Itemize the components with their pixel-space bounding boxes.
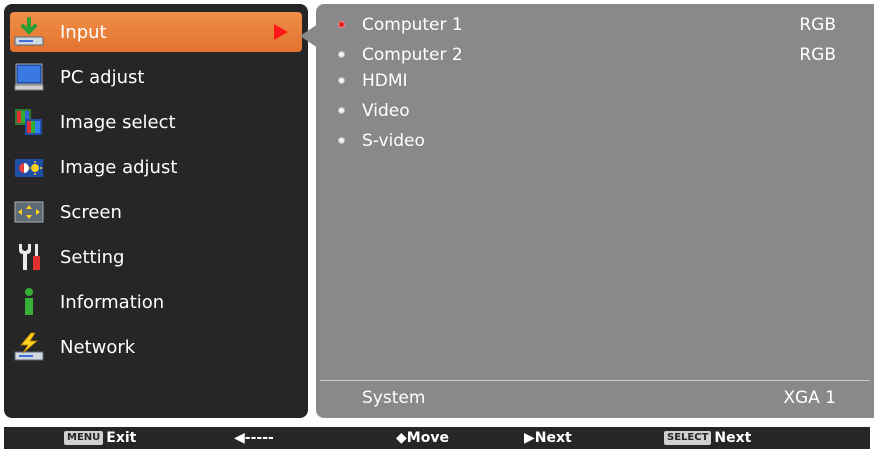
menu-item-network[interactable]: Network	[10, 327, 302, 367]
menu-item-label: PC adjust	[60, 66, 145, 88]
system-label: System	[362, 388, 426, 408]
divider	[320, 380, 870, 381]
exit-label: Exit	[106, 430, 137, 446]
main-menu-panel: Input PC adjust Image select Image adjus…	[4, 4, 308, 418]
selection-arrow-icon	[274, 24, 288, 40]
select-next-label: Next	[714, 430, 752, 446]
input-option-label: Computer 2	[362, 45, 463, 65]
input-option-computer-2[interactable]: Computer 2 RGB	[316, 44, 874, 66]
input-option-hdmi[interactable]: HDMI	[316, 70, 874, 92]
menu-item-image-adjust[interactable]: Image adjust	[10, 147, 302, 187]
key-guide-bar: MENU Exit ◀----- ◆Move ▶Next SELECT Next	[4, 427, 870, 449]
menu-item-label: Network	[60, 336, 136, 358]
menu-item-screen[interactable]: Screen	[10, 192, 302, 232]
menu-key-icon: MENU	[64, 431, 104, 445]
menu-item-pc-adjust[interactable]: PC adjust	[10, 57, 302, 97]
image-adjust-icon	[12, 152, 46, 182]
menu-item-label: Screen	[60, 201, 122, 223]
menu-item-label: Image adjust	[60, 156, 178, 178]
radio-icon	[338, 77, 345, 84]
menu-item-information[interactable]: Information	[10, 282, 302, 322]
radio-icon	[338, 137, 345, 144]
input-option-computer-1[interactable]: Computer 1 RGB	[316, 14, 874, 36]
exit-hint: MENU Exit	[64, 430, 136, 446]
system-value: XGA 1	[783, 388, 836, 408]
menu-item-setting[interactable]: Setting	[10, 237, 302, 277]
menu-item-input[interactable]: Input	[10, 12, 302, 52]
pc-adjust-icon	[12, 62, 46, 92]
menu-item-label: Information	[60, 291, 165, 313]
input-icon	[12, 17, 46, 47]
selected-radio-icon	[338, 21, 345, 28]
input-option-label: Video	[362, 101, 410, 121]
next-hint: ▶Next	[524, 430, 572, 446]
image-select-icon	[12, 107, 46, 137]
input-option-s-video[interactable]: S-video	[316, 130, 874, 152]
radio-icon	[338, 107, 345, 114]
network-icon	[12, 332, 46, 362]
radio-icon	[338, 51, 345, 58]
input-option-video[interactable]: Video	[316, 100, 874, 122]
information-icon	[12, 287, 46, 317]
menu-item-image-select[interactable]: Image select	[10, 102, 302, 142]
select-key-icon: SELECT	[664, 431, 712, 445]
input-submenu-panel: Computer 1 RGB Computer 2 RGB HDMI Video…	[316, 4, 874, 418]
screen-icon	[12, 197, 46, 227]
input-option-label: HDMI	[362, 71, 408, 91]
setting-icon	[12, 242, 46, 272]
select-next-hint: SELECT Next	[664, 430, 751, 446]
menu-item-label: Image select	[60, 111, 176, 133]
input-option-label: Computer 1	[362, 15, 463, 35]
move-hint: ◆Move	[396, 430, 449, 446]
input-option-value: RGB	[799, 45, 836, 65]
menu-item-label: Setting	[60, 246, 125, 268]
back-hint: ◀-----	[234, 430, 274, 446]
input-option-value: RGB	[799, 15, 836, 35]
menu-item-label: Input	[60, 21, 107, 43]
input-option-label: S-video	[362, 131, 425, 151]
system-row: System XGA 1	[316, 388, 874, 410]
